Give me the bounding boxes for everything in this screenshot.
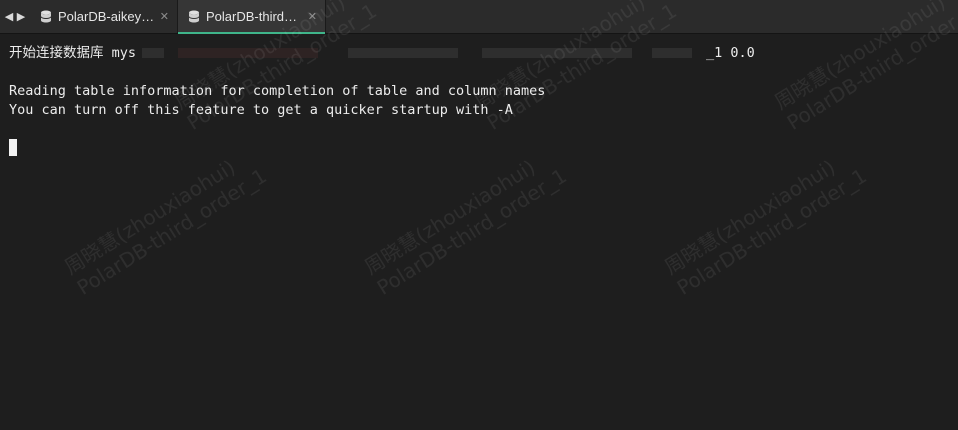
tab-label: PolarDB-aikey…	[58, 9, 154, 24]
connection-suffix: _1 0.0	[706, 45, 755, 61]
watermark-name: 周晓慧(zhouxiaohui)	[660, 154, 840, 280]
text-cursor	[9, 139, 17, 156]
connection-prefix: 开始连接数据库 mys	[9, 45, 137, 61]
redacted-text	[142, 48, 165, 58]
watermark-name: 周晓慧(zhouxiaohui)	[60, 154, 240, 280]
tab-bar: ◀ ▶ PolarDB-aikey… ✕ PolarDB-third… ✕	[0, 0, 958, 34]
watermark-db: PolarDB-third_order_1	[72, 163, 271, 300]
redacted-text	[652, 48, 693, 58]
database-icon	[40, 10, 52, 23]
watermark-db: PolarDB-third_order_1	[372, 163, 571, 300]
terminal-output[interactable]: 开始连接数据库 mys _1 0.0 Reading table informat…	[0, 0, 958, 430]
redacted-text	[348, 48, 459, 58]
close-icon[interactable]: ✕	[308, 10, 317, 23]
arrow-left-icon[interactable]: ◀	[4, 10, 15, 23]
arrow-right-icon[interactable]: ▶	[16, 10, 27, 23]
redacted-text	[178, 48, 319, 58]
tab-polardb-third[interactable]: PolarDB-third… ✕	[178, 0, 326, 34]
terminal-line: Reading table information for completion…	[9, 83, 546, 99]
watermark: 周晓慧(zhouxiaohui) PolarDB-third_order_1	[360, 143, 571, 300]
terminal-line: You can turn off this feature to get a q…	[9, 102, 513, 118]
tab-polardb-aikey[interactable]: PolarDB-aikey… ✕	[30, 0, 178, 33]
connection-line: 开始连接数据库 mys _1 0.0	[9, 44, 755, 62]
redacted-text	[482, 48, 633, 58]
tab-label: PolarDB-third…	[206, 9, 298, 24]
database-icon	[188, 10, 200, 23]
watermark: 周晓慧(zhouxiaohui) PolarDB-third_order_1	[660, 143, 871, 300]
watermark-name: 周晓慧(zhouxiaohui)	[360, 154, 540, 280]
close-icon[interactable]: ✕	[160, 10, 169, 23]
watermark: 周晓慧(zhouxiaohui) PolarDB-third_order_1	[60, 143, 271, 300]
tab-navigation: ◀ ▶	[0, 0, 30, 33]
terminal-window: ◀ ▶ PolarDB-aikey… ✕ PolarDB-third… ✕ 开始…	[0, 0, 958, 430]
watermark-db: PolarDB-third_order_1	[672, 163, 871, 300]
